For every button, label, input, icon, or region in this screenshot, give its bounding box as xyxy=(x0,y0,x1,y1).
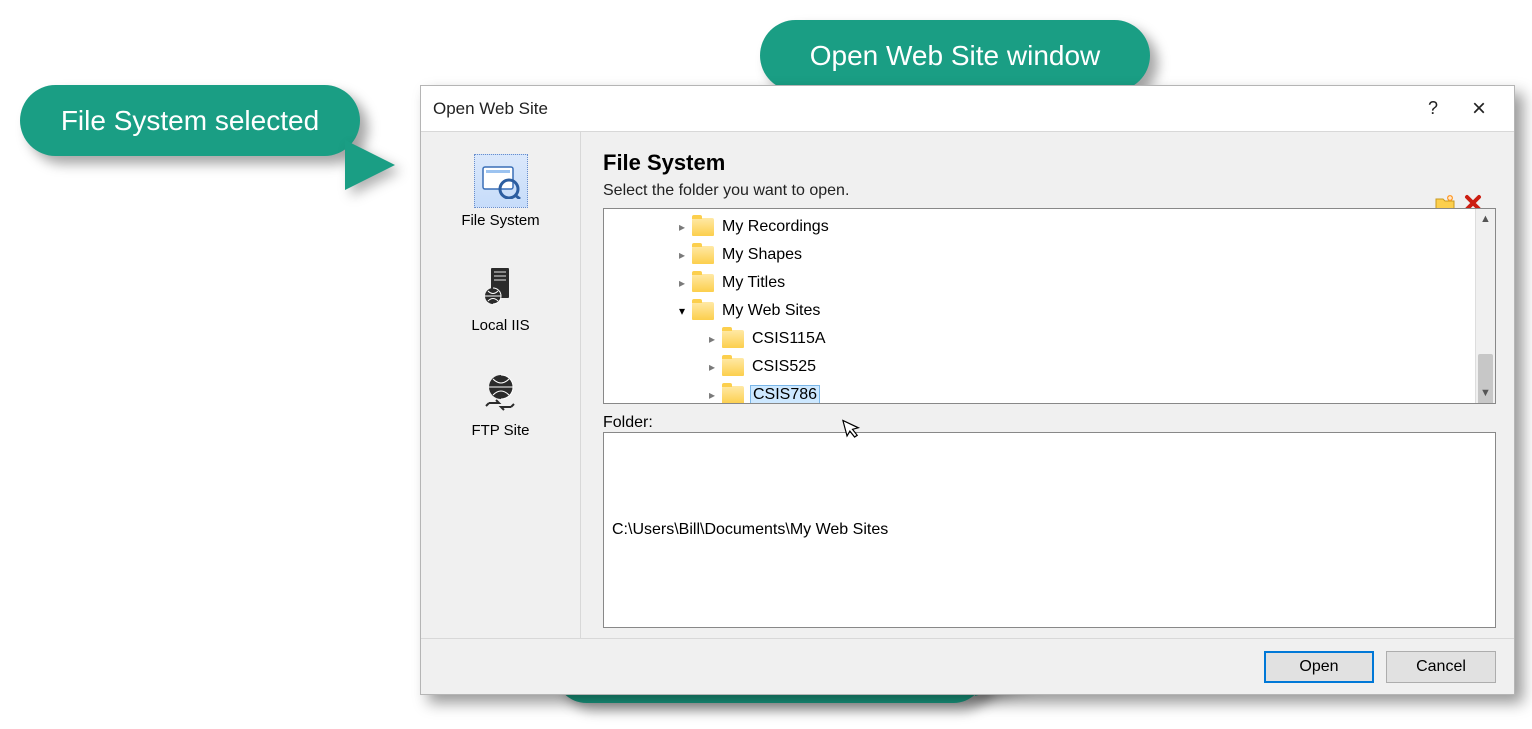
tree-item-label: CSIS786 xyxy=(750,385,820,403)
sidebar-item-local-iis[interactable]: Local IIS xyxy=(421,247,580,352)
callout-text: Open Web Site window xyxy=(810,40,1101,71)
local-iis-icon xyxy=(474,259,528,313)
chevron-right-icon[interactable]: ▸ xyxy=(674,276,690,290)
tree-item[interactable]: ▸ CSIS115A xyxy=(604,325,1475,353)
folder-icon xyxy=(722,330,744,348)
chevron-down-icon[interactable]: ▾ xyxy=(674,304,690,318)
folder-label: Folder: xyxy=(603,414,653,432)
chevron-right-icon[interactable]: ▸ xyxy=(704,360,720,374)
sidebar-item-ftp-site[interactable]: FTP Site xyxy=(421,352,580,457)
tree-item-label: My Recordings xyxy=(720,218,831,236)
folder-path-input[interactable] xyxy=(603,432,1496,628)
tree-item[interactable]: ▸ My Titles xyxy=(604,269,1475,297)
folder-icon xyxy=(692,274,714,292)
callout-text: File System selected xyxy=(61,105,319,136)
tree-item-label: My Titles xyxy=(720,274,787,292)
chevron-right-icon[interactable]: ▸ xyxy=(674,220,690,234)
ftp-site-icon xyxy=(474,364,528,418)
folder-icon xyxy=(722,386,744,403)
folder-icon xyxy=(692,218,714,236)
tree-item-label: My Web Sites xyxy=(720,302,822,320)
tree-item-label: CSIS115A xyxy=(750,330,828,348)
help-icon: ? xyxy=(1428,98,1438,119)
scroll-down-button[interactable]: ▼ xyxy=(1476,383,1495,403)
folder-icon xyxy=(692,246,714,264)
folder-tree[interactable]: ▸ My Recordings ▸ My Shapes ▸ My Titles ▾ My We… xyxy=(604,209,1475,403)
scrollbar[interactable]: ▲ ▼ xyxy=(1475,209,1495,403)
cancel-button[interactable]: Cancel xyxy=(1386,651,1496,683)
tree-item-label: CSIS525 xyxy=(750,358,818,376)
close-button[interactable]: × xyxy=(1456,86,1502,132)
tree-item-label: My Shapes xyxy=(720,246,804,264)
close-icon: × xyxy=(1472,95,1486,123)
dialog-button-row: Open Cancel xyxy=(421,638,1514,694)
open-button[interactable]: Open xyxy=(1264,651,1374,683)
folder-path-row: Folder: xyxy=(603,414,1496,432)
tree-item[interactable]: ▸ CSIS525 xyxy=(604,353,1475,381)
folder-icon xyxy=(722,358,744,376)
chevron-right-icon[interactable]: ▸ xyxy=(674,248,690,262)
titlebar: Open Web Site ? × xyxy=(421,86,1514,132)
file-system-icon xyxy=(474,154,528,208)
help-button[interactable]: ? xyxy=(1410,86,1456,132)
scroll-up-button[interactable]: ▲ xyxy=(1476,209,1495,229)
tree-item[interactable]: ▾ My Web Sites xyxy=(604,297,1475,325)
sidebar-item-label: Local IIS xyxy=(471,317,529,334)
sidebar: File System Local IIS xyxy=(421,132,581,638)
panel-heading: File System xyxy=(603,150,1496,176)
dialog-title: Open Web Site xyxy=(433,99,548,119)
tree-item[interactable]: ▸ My Shapes xyxy=(604,241,1475,269)
folder-icon xyxy=(692,302,714,320)
sidebar-item-label: File System xyxy=(461,212,539,229)
tree-item[interactable]: ▸ My Recordings xyxy=(604,213,1475,241)
folder-tree-container: ▸ My Recordings ▸ My Shapes ▸ My Titles ▾ My We… xyxy=(603,208,1496,404)
callout-tail xyxy=(345,140,395,190)
chevron-right-icon[interactable]: ▸ xyxy=(704,388,720,402)
chevron-right-icon[interactable]: ▸ xyxy=(704,332,720,346)
sidebar-item-file-system[interactable]: File System xyxy=(421,142,580,247)
sidebar-item-label: FTP Site xyxy=(471,422,529,439)
main-panel: File System Select the folder you want t… xyxy=(581,132,1514,638)
panel-subtext: Select the folder you want to open. xyxy=(603,182,1496,200)
open-web-site-dialog: Open Web Site ? × File System xyxy=(420,85,1515,695)
callout-file-system-selected: File System selected xyxy=(20,85,360,156)
callout-open-web-site-window: Open Web Site window xyxy=(760,20,1150,91)
tree-item[interactable]: ▸ CSIS786 xyxy=(604,381,1475,403)
